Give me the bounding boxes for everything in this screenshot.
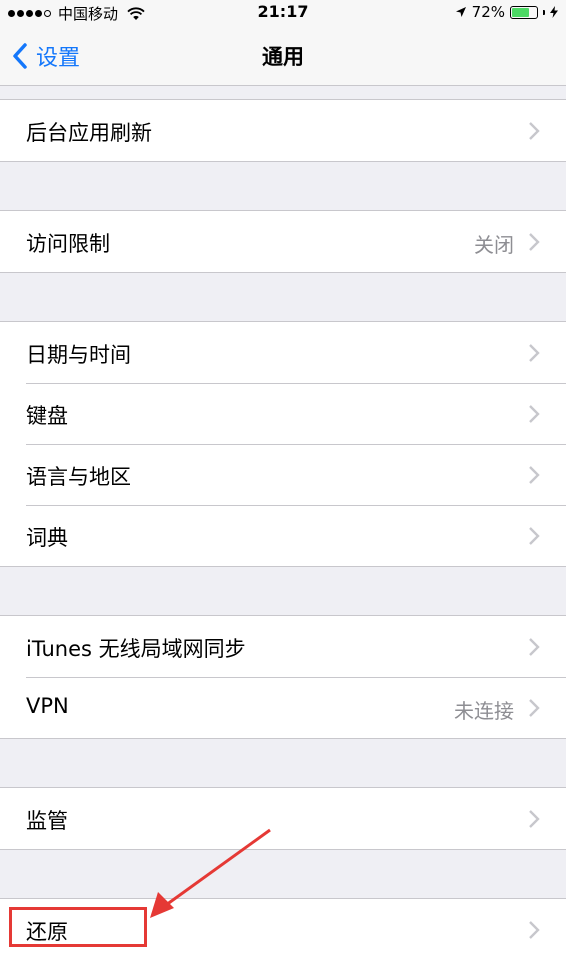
top-spacer	[0, 86, 566, 99]
chevron-right-icon	[529, 466, 540, 484]
row-background-app-refresh[interactable]: 后台应用刷新	[0, 100, 566, 161]
row-value: 关闭	[474, 233, 514, 257]
row-supervision[interactable]: 监管	[0, 788, 566, 849]
status-bar: 中国移动 21:17 72%	[0, 0, 566, 26]
charging-bolt-icon	[550, 6, 558, 18]
row-value: 未连接	[454, 699, 514, 723]
settings-group-network: iTunes 无线局域网同步 VPN 未连接	[0, 615, 566, 739]
row-label: 监管	[26, 809, 68, 833]
row-label: 后台应用刷新	[26, 121, 152, 145]
row-restrictions[interactable]: 访问限制 关闭	[0, 211, 566, 272]
chevron-right-icon	[529, 921, 540, 939]
row-label: 词典	[26, 526, 68, 550]
row-label: 日期与时间	[26, 343, 131, 367]
row-label: 访问限制	[26, 232, 110, 256]
battery-cap	[543, 9, 545, 15]
settings-group-restrictions: 访问限制 关闭	[0, 210, 566, 273]
settings-group-locale: 日期与时间 键盘 语言与地区 词典	[0, 321, 566, 567]
row-keyboard[interactable]: 键盘	[0, 383, 566, 444]
battery-icon	[510, 5, 538, 19]
battery-percentage: 72%	[471, 3, 505, 21]
row-vpn[interactable]: VPN 未连接	[0, 677, 566, 738]
chevron-right-icon	[529, 405, 540, 423]
settings-group-background: 后台应用刷新	[0, 99, 566, 162]
reset-highlight-box	[9, 907, 147, 947]
row-label: 键盘	[26, 404, 68, 428]
chevron-right-icon	[529, 699, 540, 717]
chevron-right-icon	[529, 810, 540, 828]
chevron-right-icon	[529, 233, 540, 251]
chevron-right-icon	[529, 527, 540, 545]
row-itunes-wifi-sync[interactable]: iTunes 无线局域网同步	[0, 616, 566, 677]
row-dictionary[interactable]: 词典	[0, 505, 566, 566]
navigation-bar: 设置 通用	[0, 26, 566, 86]
chevron-right-icon	[529, 122, 540, 140]
battery-fill	[512, 7, 529, 17]
settings-list: 后台应用刷新 访问限制 关闭 日期与时间 键盘 语言与地区 词典 iTunes …	[0, 86, 566, 954]
row-language-region[interactable]: 语言与地区	[0, 444, 566, 505]
location-arrow-icon	[455, 7, 466, 17]
chevron-right-icon	[529, 344, 540, 362]
row-label: VPN	[26, 694, 69, 718]
status-right: 72%	[455, 3, 558, 21]
settings-screen: 中国移动 21:17 72% 设置 通用 后台应用刷新 访问限制 关闭 日期与时…	[0, 0, 566, 954]
row-date-time[interactable]: 日期与时间	[0, 322, 566, 383]
page-title: 通用	[262, 45, 304, 69]
row-label: iTunes 无线局域网同步	[26, 637, 246, 661]
chevron-right-icon	[529, 638, 540, 656]
settings-group-supervision: 监管	[0, 787, 566, 850]
row-label: 语言与地区	[26, 465, 131, 489]
